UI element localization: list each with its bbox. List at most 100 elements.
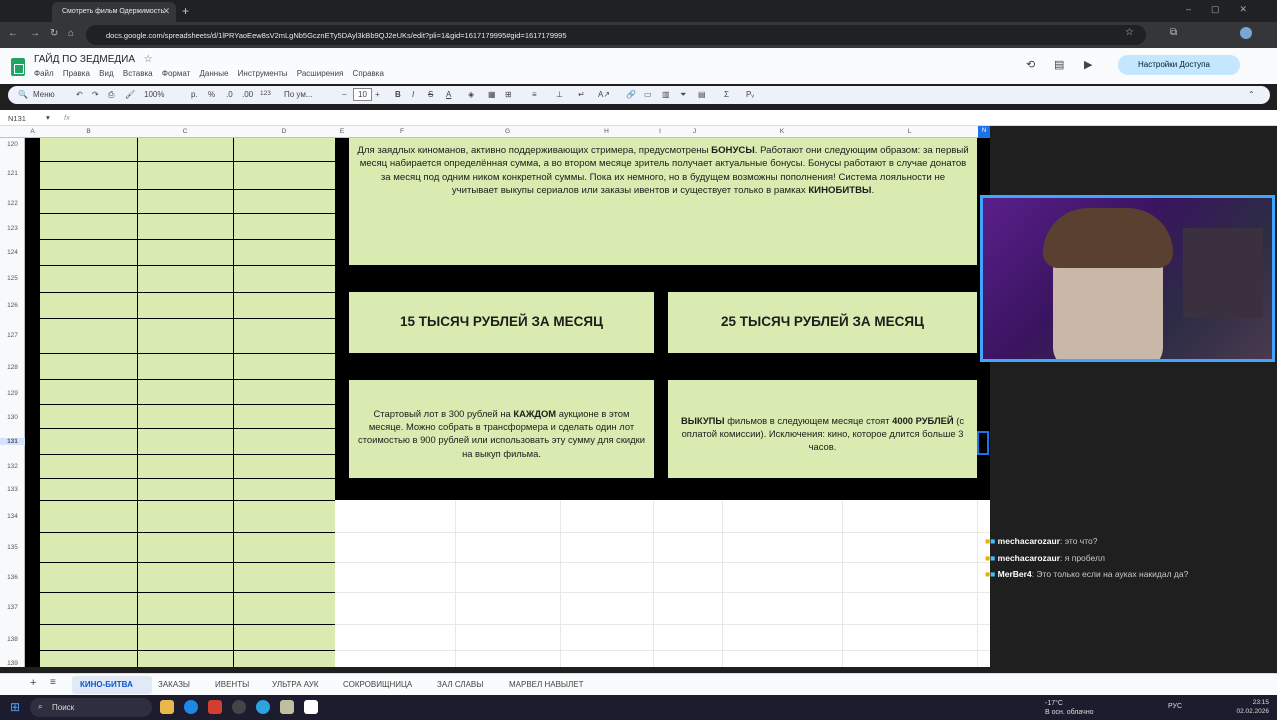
row-header-133[interactable]: 133 (0, 486, 25, 493)
row-header-134[interactable]: 134 (0, 513, 25, 520)
tab-marvel-navylet[interactable]: МАРВЕЛ НАВЫЛЕТ (509, 680, 583, 689)
col-header-j[interactable]: J (667, 128, 722, 135)
col-header-f[interactable]: F (349, 128, 455, 135)
selected-cell-n131[interactable] (977, 431, 989, 455)
insert-chart-icon[interactable]: ▥ (662, 90, 670, 99)
all-sheets-icon[interactable]: ≡ (50, 677, 56, 688)
close-tab-icon[interactable]: ✕ (162, 6, 170, 17)
collapse-toolbar-icon[interactable]: ⌃ (1248, 90, 1255, 99)
row-header-130[interactable]: 130 (0, 414, 25, 421)
menu-help[interactable]: Справка (353, 69, 384, 78)
clock[interactable]: 23:15 02.02.2026 (1236, 698, 1269, 716)
row-header-127[interactable]: 127 (0, 332, 25, 339)
text-wrap-icon[interactable]: ↵ (578, 90, 585, 99)
share-button[interactable]: Настройки Доступа (1118, 55, 1240, 75)
extensions-icon[interactable]: ⧉ (1170, 27, 1177, 38)
app-icon[interactable] (280, 700, 294, 714)
undo-icon[interactable]: ↶ (76, 90, 83, 99)
reload-icon[interactable]: ↻ (50, 28, 58, 39)
name-box[interactable]: N131 (8, 114, 26, 123)
home-icon[interactable]: ⌂ (68, 28, 74, 39)
menu-format[interactable]: Формат (162, 69, 190, 78)
col-header-b[interactable]: B (40, 128, 137, 135)
tab-kino-bitva[interactable]: КИНО-БИТВА (80, 680, 133, 689)
col-header-a[interactable]: A (25, 128, 40, 135)
fill-color-icon[interactable]: ◈ (468, 90, 474, 99)
sheets-logo-icon[interactable] (11, 58, 25, 76)
redo-icon[interactable]: ↷ (92, 90, 99, 99)
menu-view[interactable]: Вид (99, 69, 113, 78)
menu-data[interactable]: Данные (200, 69, 229, 78)
row-header-138[interactable]: 138 (0, 636, 25, 643)
row-header-123[interactable]: 123 (0, 225, 25, 232)
filter-icon[interactable]: ⏷ (680, 90, 686, 100)
taskbar-search[interactable]: ⌕ Поиск (30, 698, 152, 717)
percent-button[interactable]: % (208, 90, 215, 99)
align-horizontal-icon[interactable]: ≡ (532, 90, 537, 99)
app-white-icon[interactable] (304, 700, 318, 714)
forward-icon[interactable]: → (30, 28, 40, 39)
windows-start-icon[interactable]: ⊞ (10, 700, 20, 714)
document-title[interactable]: ГАЙД ПО ЗЕДМЕДИА ☆ (34, 54, 153, 65)
tab-zal-slavy[interactable]: ЗАЛ СЛАВЫ (437, 680, 483, 689)
search-menus-icon[interactable]: 🔍 (18, 90, 28, 99)
comments-icon[interactable]: ▤ (1054, 58, 1064, 71)
row-header-137[interactable]: 137 (0, 604, 25, 611)
menu-extensions[interactable]: Расширения (297, 69, 344, 78)
tab-sokrovishchnitsa[interactable]: СОКРОВИЩНИЦА (343, 680, 412, 689)
borders-icon[interactable]: ▦ (488, 90, 496, 99)
profile-avatar[interactable] (1240, 27, 1252, 39)
app-red-icon[interactable] (208, 700, 222, 714)
col-header-k[interactable]: K (722, 128, 842, 135)
name-box-dropdown-icon[interactable]: ▾ (46, 113, 50, 122)
row-header-129[interactable]: 129 (0, 390, 25, 397)
menu-tools[interactable]: Инструменты (238, 69, 288, 78)
obs-icon[interactable] (232, 700, 246, 714)
menu-file[interactable]: Файл (34, 69, 54, 78)
row-header-125[interactable]: 125 (0, 275, 25, 282)
weather-widget[interactable]: -17°C В осн. облачно (1045, 699, 1094, 717)
tab-iventy[interactable]: ИВЕНТЫ (215, 680, 249, 689)
telegram-icon[interactable] (256, 700, 270, 714)
row-header-124[interactable]: 124 (0, 249, 25, 256)
strikethrough-icon[interactable]: S (428, 90, 433, 99)
font-size-decrease-icon[interactable]: − (342, 90, 347, 99)
star-icon[interactable]: ☆ (144, 54, 153, 65)
col-header-i[interactable]: I (653, 128, 667, 135)
browser-icon[interactable] (184, 700, 198, 714)
text-rotate-icon[interactable]: A↗ (598, 90, 610, 99)
font-size-input[interactable]: 10 (353, 88, 372, 101)
currency-button[interactable]: р. (191, 90, 198, 99)
row-header-121[interactable]: 121 (0, 170, 25, 177)
merge-cells-icon[interactable]: ⊞ (505, 90, 512, 99)
new-tab-icon[interactable]: + (182, 4, 189, 18)
align-vertical-icon[interactable]: ⊥ (556, 90, 563, 99)
url-field[interactable]: docs.google.com/spreadsheets/d/1lPRYaoEe… (86, 25, 1146, 45)
menu-edit[interactable]: Правка (63, 69, 90, 78)
insert-link-icon[interactable]: 🔗 (626, 90, 636, 99)
row-header-128[interactable]: 128 (0, 364, 25, 371)
row-header-120[interactable]: 120 (0, 141, 25, 148)
font-select[interactable]: По ум... (284, 90, 313, 99)
tab-ultra-auk[interactable]: УЛЬТРА АУК (272, 680, 319, 689)
file-explorer-icon[interactable] (160, 700, 174, 714)
meet-icon[interactable]: ▶ (1084, 58, 1092, 71)
sheet-grid[interactable]: Для заядлых киноманов, активно поддержив… (25, 138, 990, 667)
row-header-135[interactable]: 135 (0, 544, 25, 551)
row-header-131[interactable]: 131 (0, 438, 25, 445)
row-header-126[interactable]: 126 (0, 302, 25, 309)
col-header-e[interactable]: E (335, 128, 349, 135)
row-header-136[interactable]: 136 (0, 574, 25, 581)
row-header-139[interactable]: 139 (0, 660, 25, 667)
paint-format-icon[interactable]: 🖌 (125, 90, 135, 99)
col-header-g[interactable]: G (455, 128, 560, 135)
language-indicator[interactable]: РУС (1168, 703, 1182, 710)
tab-zakazy[interactable]: ЗАКАЗЫ (158, 680, 190, 689)
print-icon[interactable]: ⎙ (108, 90, 114, 100)
col-header-h[interactable]: H (560, 128, 653, 135)
italic-icon[interactable]: I (412, 90, 414, 99)
back-icon[interactable]: ← (8, 28, 18, 39)
insert-comment-icon[interactable]: ▭ (644, 90, 652, 99)
window-controls[interactable]: –▢✕ (1186, 4, 1267, 15)
col-header-l[interactable]: L (842, 128, 977, 135)
